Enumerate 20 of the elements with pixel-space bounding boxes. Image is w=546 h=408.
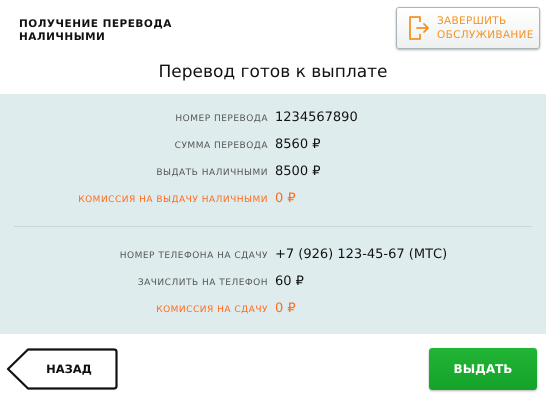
field-value: 8500 ₽ (275, 164, 322, 179)
end-service-button[interactable]: ЗАВЕРШИТЬ ОБСЛУЖИВАНИЕ (396, 7, 540, 49)
back-button[interactable]: НАЗАД (6, 348, 118, 390)
field-value: 0 ₽ (275, 191, 297, 206)
screen-title: ПОЛУЧЕНИЕ ПЕРЕВОДА НАЛИЧНЫМИ (19, 18, 173, 44)
field-label: КОМИССИЯ НА ВЫДАЧУ НАЛИЧНЫМИ (77, 195, 268, 205)
field-label: НОМЕР ПЕРЕВОДА (174, 114, 268, 124)
field-label: ВЫДАТЬ НАЛИЧНЫМИ (155, 168, 268, 178)
field-value: 60 ₽ (275, 274, 305, 289)
field-value: +7 (926) 123-45-67 (МТС) (275, 247, 448, 262)
field-label: ЗАЧИСЛИТЬ НА ТЕЛЕФОН (136, 278, 268, 288)
field-label: КОМИССИЯ НА СДАЧУ (155, 305, 268, 315)
exit-icon (408, 15, 430, 41)
field-value: 0 ₽ (275, 301, 297, 316)
page-heading: Перевод готов к выплате (157, 62, 388, 82)
field-label: СУММА ПЕРЕВОДА (174, 141, 268, 151)
field-value: 8560 ₽ (275, 137, 322, 152)
field-value: 1234567890 (275, 110, 359, 125)
dispense-button[interactable]: ВЫДАТЬ (429, 348, 537, 390)
field-label: НОМЕР ТЕЛЕФОНА НА СДАЧУ (118, 251, 268, 261)
